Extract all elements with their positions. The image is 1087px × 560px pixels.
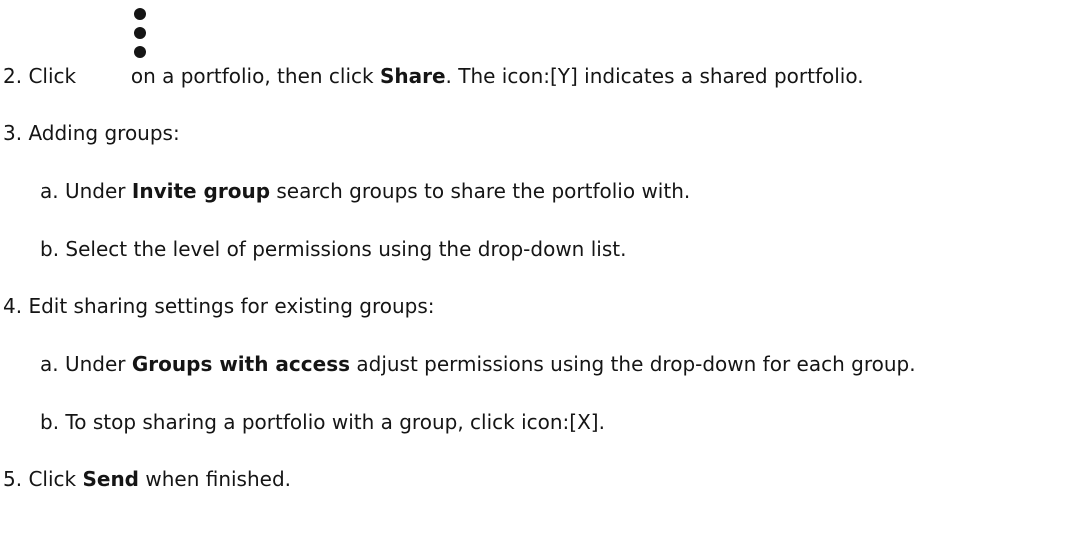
step-text: on a portfolio, then click	[130, 64, 374, 88]
sub-text-pre: Under	[64, 179, 126, 203]
step-text-post: when finished.	[145, 467, 292, 491]
step-text: Edit sharing settings for existing group…	[28, 294, 435, 318]
sub-text: To stop sharing a portfolio with a group…	[65, 410, 605, 434]
kebab-vertical-icon	[132, 8, 148, 60]
step-number: 5.	[3, 467, 23, 491]
step-5: 5. Click Send when finished.	[3, 465, 291, 493]
step-text: Adding groups:	[28, 121, 180, 145]
sub-letter: b.	[40, 410, 60, 434]
sub-letter: a.	[40, 179, 59, 203]
sub-text-post: adjust permissions using the drop-down f…	[356, 352, 916, 376]
step-3a: a. Under Invite group search groups to s…	[40, 177, 690, 205]
sub-text: Select the level of permissions using th…	[65, 237, 627, 261]
step-number: 2.	[3, 64, 23, 88]
share-label: Share	[379, 64, 446, 88]
step-text-pre: Click	[28, 467, 77, 491]
sub-letter: a.	[40, 352, 59, 376]
step-3: 3. Adding groups:	[3, 119, 180, 147]
send-label: Send	[82, 467, 139, 491]
sub-text-post: search groups to share the portfolio wit…	[276, 179, 691, 203]
step-text-pre: Click	[28, 64, 77, 88]
groups-with-access-label: Groups with access	[131, 352, 351, 376]
step-number: 4.	[3, 294, 23, 318]
step-2: 2. Click on a portfolio, then click Shar…	[3, 62, 864, 90]
step-text-post: . The icon:[Y] indicates a shared portfo…	[445, 64, 864, 88]
step-4: 4. Edit sharing settings for existing gr…	[3, 292, 435, 320]
step-4b: b. To stop sharing a portfolio with a gr…	[40, 408, 605, 436]
sub-text-pre: Under	[64, 352, 126, 376]
sub-letter: b.	[40, 237, 60, 261]
step-3b: b. Select the level of permissions using…	[40, 235, 626, 263]
step-4a: a. Under Groups with access adjust permi…	[40, 350, 916, 378]
step-number: 3.	[3, 121, 23, 145]
invite-group-label: Invite group	[131, 179, 271, 203]
